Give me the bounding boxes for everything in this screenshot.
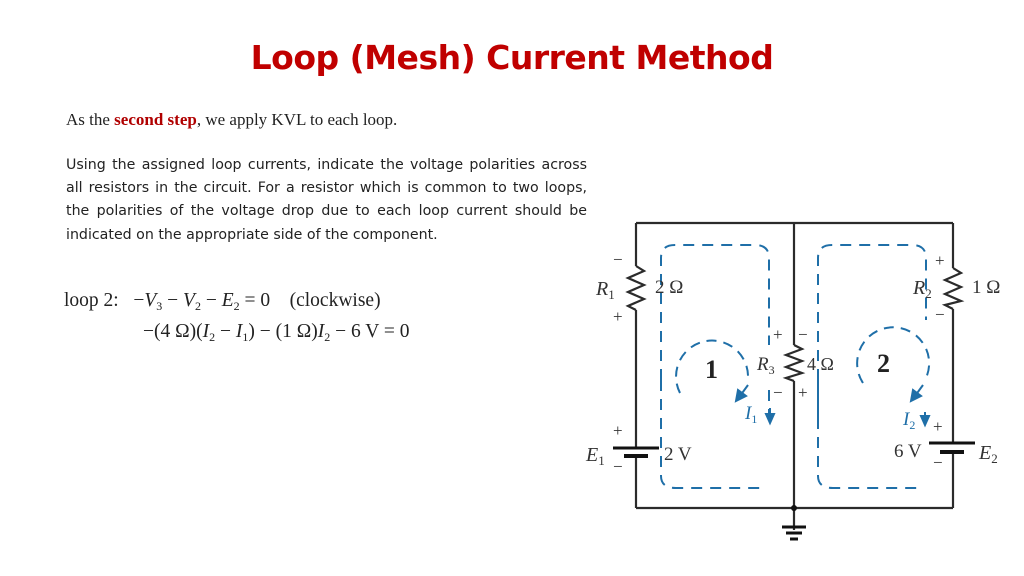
resistor-r1-zigzag bbox=[625, 265, 647, 311]
r3-loop1-top-polarity: + bbox=[773, 325, 783, 344]
circuit-diagram: − + R1 2 Ω + − R2 1 Ω + − − + R3 4 Ω + −… bbox=[585, 221, 1000, 541]
loop-1-path-bottom bbox=[660, 380, 766, 489]
r1-value: 2 Ω bbox=[655, 277, 683, 298]
r3-loop2-top-polarity: − bbox=[798, 325, 808, 344]
e1-value: 2 V bbox=[664, 444, 692, 465]
e2-value: 6 V bbox=[894, 441, 922, 462]
r3-loop1-bottom-polarity: − bbox=[773, 383, 783, 402]
loop-2-label: 2 bbox=[877, 349, 890, 378]
e2-label: E2 bbox=[978, 442, 998, 466]
junction-node bbox=[791, 505, 797, 511]
current-i2-label: I2 bbox=[902, 409, 915, 432]
resistor-r2-zigzag bbox=[941, 267, 965, 310]
e2-bottom-polarity: − bbox=[933, 453, 943, 472]
r3-value: 4 Ω bbox=[807, 354, 834, 374]
e1-top-polarity: + bbox=[613, 421, 623, 440]
e1-bottom-polarity: − bbox=[613, 457, 623, 476]
loop-2-current-arc bbox=[856, 326, 931, 384]
r2-label: R2 bbox=[912, 277, 932, 301]
r3-label: R3 bbox=[756, 354, 775, 377]
r1-bottom-polarity: + bbox=[613, 307, 623, 326]
r2-value: 1 Ω bbox=[972, 277, 1000, 298]
battery-e1 bbox=[613, 446, 659, 458]
loop-2-path-bottom bbox=[817, 380, 920, 489]
current-i2-arrow-icon bbox=[919, 415, 931, 428]
r2-bottom-polarity: − bbox=[935, 305, 945, 324]
e1-label: E1 bbox=[585, 444, 605, 468]
r1-top-polarity: − bbox=[613, 250, 623, 269]
r2-top-polarity: + bbox=[935, 251, 945, 270]
current-arrows bbox=[734, 384, 931, 428]
e2-top-polarity: + bbox=[933, 417, 943, 436]
resistor-r3-zigzag bbox=[782, 344, 806, 383]
loop-2-path bbox=[817, 244, 927, 380]
loop-2-arrow-icon bbox=[909, 388, 923, 403]
battery-e2 bbox=[929, 441, 975, 454]
r3-loop2-bottom-polarity: + bbox=[798, 383, 808, 402]
current-i1-arrow-icon bbox=[764, 413, 776, 426]
current-i1-label: I1 bbox=[744, 403, 757, 426]
loop-1-arrow-icon bbox=[734, 388, 748, 403]
r1-label: R1 bbox=[595, 278, 615, 302]
loop-1-label: 1 bbox=[705, 355, 718, 384]
wires bbox=[625, 221, 965, 530]
